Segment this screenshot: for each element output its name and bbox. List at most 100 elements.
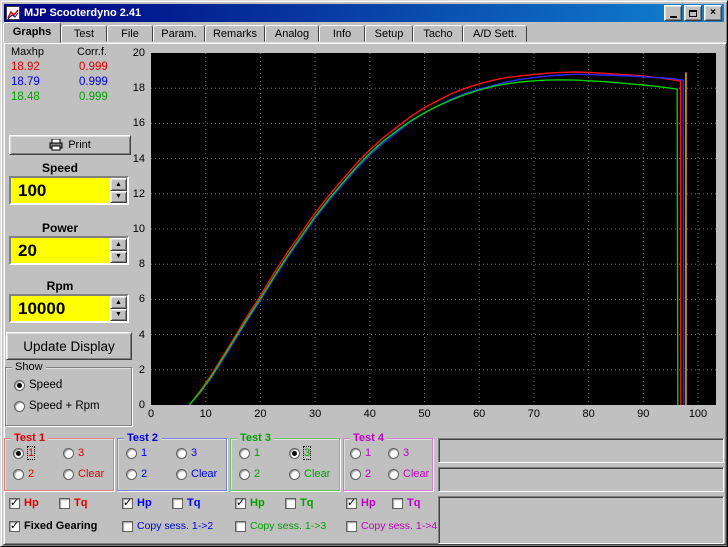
test2-legend: Test 2 xyxy=(124,432,161,444)
copy-sess-1-2-checkbox[interactable]: ✓ Copy sess. 1->2 xyxy=(122,520,213,532)
test4-tq-label: Tq xyxy=(407,497,421,509)
maximize-button[interactable] xyxy=(684,5,702,21)
y-tick-label: 2 xyxy=(138,363,145,376)
tab-param[interactable]: Param. xyxy=(153,25,205,42)
tab-file[interactable]: File xyxy=(107,25,153,42)
x-tick-label: 0 xyxy=(147,408,155,420)
radio-icon xyxy=(289,447,300,459)
radio-icon xyxy=(176,468,187,480)
minimize-button[interactable] xyxy=(664,5,682,21)
test4-option-2[interactable]: 2 xyxy=(350,468,371,480)
y-tick-label: 16 xyxy=(132,117,145,130)
show-option-speed-rpm[interactable]: Speed + Rpm xyxy=(14,400,100,412)
test2-tq-checkbox[interactable]: ✓ Tq xyxy=(172,497,200,509)
radio-icon xyxy=(126,468,137,480)
speed-spinedit: 100 ▲ ▼ xyxy=(9,176,129,205)
copy-sess-1-4-checkbox[interactable]: ✓ Copy sess. 1->4 xyxy=(346,520,437,532)
test1-option-1[interactable]: 1 xyxy=(13,446,36,460)
test3-tq-label: Tq xyxy=(300,497,314,509)
test2-option-2-label: 2 xyxy=(141,468,148,480)
test4-legend: Test 4 xyxy=(350,432,387,444)
test3-option-1[interactable]: 1 xyxy=(239,447,260,459)
test1-clear-label: Clear xyxy=(78,468,105,480)
minimize-icon xyxy=(669,15,677,18)
corrf-value-3: 0.999 xyxy=(79,91,108,103)
checkbox-icon: ✓ xyxy=(9,495,20,509)
close-button[interactable]: × xyxy=(704,5,722,21)
test1-tq-checkbox[interactable]: ✓ Tq xyxy=(59,497,87,509)
x-tick-label: 40 xyxy=(363,408,376,420)
x-axis-labels: 0 10 20 30 40 50 60 70 80 90 100 xyxy=(148,408,718,422)
show-group-legend: Show xyxy=(12,361,46,373)
test4-option-1[interactable]: 1 xyxy=(350,447,371,459)
x-tick-label: 20 xyxy=(254,408,267,420)
corrf-header: Corr.f. xyxy=(77,46,107,58)
test1-option-3-label: 3 xyxy=(78,447,85,459)
tab-remarks[interactable]: Remarks xyxy=(205,25,265,42)
rpm-input[interactable]: 10000 xyxy=(11,296,110,321)
power-label: Power xyxy=(41,221,78,235)
show-option-speed[interactable]: Speed xyxy=(14,379,62,391)
test4-groupbox: Test 4 1 3 2 Clear xyxy=(343,432,433,491)
radio-icon xyxy=(176,447,187,459)
series-test-2-hp xyxy=(188,73,685,405)
test4-clear-option[interactable]: Clear xyxy=(388,468,429,480)
tab-setup[interactable]: Setup xyxy=(365,25,413,42)
power-input[interactable]: 20 xyxy=(11,238,110,263)
copy-sess-1-3-checkbox[interactable]: ✓ Copy sess. 1->3 xyxy=(235,520,326,532)
tab-analog[interactable]: Analog xyxy=(265,25,319,42)
test1-option-3[interactable]: 3 xyxy=(63,447,84,459)
test4-option-3[interactable]: 3 xyxy=(388,447,409,459)
test4-hp-checkbox[interactable]: ✓ Hp xyxy=(346,496,376,509)
radio-icon xyxy=(239,468,250,480)
test3-option-3[interactable]: 3 xyxy=(289,446,312,460)
test2-groupbox: Test 2 1 3 2 Clear xyxy=(117,432,227,491)
copy-sess-1-3-label: Copy sess. 1->3 xyxy=(250,520,327,532)
fixed-gearing-checkbox[interactable]: ✓ Fixed Gearing xyxy=(9,519,97,532)
radio-icon xyxy=(388,468,399,480)
tab-tacho[interactable]: Tacho xyxy=(413,25,463,42)
tab-info[interactable]: Info xyxy=(319,25,365,42)
print-button-label: Print xyxy=(68,139,91,151)
status-panel-1 xyxy=(438,438,724,463)
test2-clear-option[interactable]: Clear xyxy=(176,468,217,480)
title-bar[interactable]: MJP Scooterdyno 2.41 × xyxy=(4,4,724,22)
tab-test[interactable]: Test xyxy=(61,25,107,42)
rpm-spinedit: 10000 ▲ ▼ xyxy=(9,294,129,323)
y-tick-label: 4 xyxy=(138,328,145,341)
radio-icon xyxy=(350,447,361,459)
checkbox-icon: ✓ xyxy=(235,495,246,509)
maxhp-value-2: 18.79 xyxy=(11,76,40,88)
rpm-label: Rpm xyxy=(46,279,74,293)
test2-option-3[interactable]: 3 xyxy=(176,447,197,459)
update-display-button[interactable]: Update Display xyxy=(6,332,132,360)
test3-option-2[interactable]: 2 xyxy=(239,468,260,480)
corrf-value-1: 0.999 xyxy=(79,61,108,73)
test3-hp-checkbox[interactable]: ✓ Hp xyxy=(235,495,265,509)
print-button[interactable]: Print xyxy=(9,135,131,155)
dyno-plot xyxy=(151,53,716,405)
test2-hp-checkbox[interactable]: ✓ Hp xyxy=(122,496,152,509)
tab-ad-sett[interactable]: A/D Sett. xyxy=(463,25,527,42)
y-axis-labels: 0 2 4 6 8 10 12 14 16 18 20 xyxy=(119,47,147,411)
checkbox-icon: ✓ xyxy=(59,497,70,509)
status-panel-3 xyxy=(438,496,724,544)
tab-graphs[interactable]: Graphs xyxy=(3,22,61,43)
test1-hp-checkbox[interactable]: ✓ Hp xyxy=(9,495,39,509)
test2-option-2[interactable]: 2 xyxy=(126,468,147,480)
test4-tq-checkbox[interactable]: ✓ Tq xyxy=(392,497,420,509)
test3-clear-option[interactable]: Clear xyxy=(289,468,330,480)
show-option-speed-rpm-label: Speed + Rpm xyxy=(29,400,100,412)
checkbox-icon: ✓ xyxy=(122,520,133,532)
test1-clear-option[interactable]: Clear xyxy=(63,468,104,480)
y-tick-label: 18 xyxy=(132,82,145,95)
test1-option-2[interactable]: 2 xyxy=(13,468,34,480)
test1-tq-label: Tq xyxy=(74,497,88,509)
checkbox-icon: ✓ xyxy=(172,497,183,509)
test2-tq-label: Tq xyxy=(187,497,201,509)
printer-icon xyxy=(49,139,63,151)
speed-input[interactable]: 100 xyxy=(11,178,110,203)
corrf-value-2: 0.999 xyxy=(79,76,108,88)
test2-option-1[interactable]: 1 xyxy=(126,447,147,459)
test3-tq-checkbox[interactable]: ✓ Tq xyxy=(285,497,313,509)
